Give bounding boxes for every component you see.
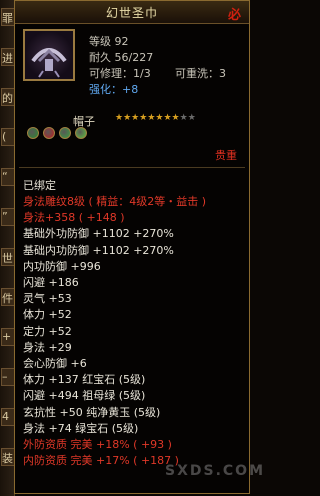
strengthen-label: 强化：	[89, 83, 122, 96]
side-tab-label: 罪	[2, 12, 13, 25]
star-rating: ★★★★★★★★★★	[115, 113, 196, 123]
side-tab-label: 世	[2, 252, 13, 265]
attribute-line: 内功防御 +996	[23, 259, 101, 273]
attribute-line: 身法 +29	[23, 340, 72, 354]
attribute-line: 会心防御 +6	[23, 357, 87, 370]
attribute-line: 玄抗性 +50 纯净黄玉 (5级)	[23, 405, 161, 419]
attribute-line: 闪避 +494 祖母绿 (5级)	[23, 389, 146, 403]
level-text: 等级 92	[89, 35, 129, 48]
star-icon: ★	[115, 113, 124, 123]
item-tooltip-panel: 幻世圣巾 必 等级 92 耐久 56/227 可修理：1/3 可重洗：3 强化：…	[14, 0, 263, 494]
title-bar: 幻世圣巾 必	[15, 1, 249, 24]
side-tab-label: +	[2, 330, 12, 343]
side-tab-label: 件	[2, 292, 13, 305]
attribute-line: 基础外功防御 +1102 +270%	[23, 227, 174, 241]
side-tab-label: (	[2, 130, 7, 143]
attribute-line: 内防资质 完美 +17% ( +187 )	[23, 454, 179, 468]
attribute-line: 基础内功防御 +1102 +270%	[23, 243, 174, 257]
attribute-line: 身法雕纹8级 ( 精益：4级2等・益击 )	[23, 195, 207, 208]
star-icon: ★	[163, 113, 172, 123]
repairable-text: 可修理：1/3	[89, 67, 151, 80]
close-icon[interactable]: 必	[228, 4, 241, 23]
attribute-line: 闪避 +186	[23, 276, 79, 289]
attribute-line: 灵气 +53	[23, 292, 72, 306]
side-tab-label: –	[2, 370, 8, 383]
valuable-tag: 贵重	[215, 149, 237, 162]
side-tab-label: 的	[2, 92, 13, 105]
side-tab-label: ”	[2, 210, 8, 223]
gem-slot-2	[43, 127, 55, 139]
item-icon	[23, 29, 75, 81]
gem-slot-1	[27, 127, 39, 139]
attribute-line: 外防资质 完美 +18% ( +93 )	[23, 438, 172, 451]
side-tab-label: 进	[2, 52, 13, 65]
star-icon: ★	[179, 113, 188, 123]
side-tab-label: “	[2, 170, 8, 183]
star-icon: ★	[187, 113, 196, 123]
side-tab-label: 4	[2, 410, 9, 423]
side-tab-label: 装	[2, 452, 13, 465]
watermark-text: SXDS.COM	[165, 463, 266, 479]
headband-icon	[31, 48, 67, 78]
strengthen-value: +8	[122, 83, 139, 96]
left-side-strip: 罪进的 ( “ ” 世件 + – 4 装	[0, 0, 15, 496]
gem-slot-3	[59, 127, 71, 139]
item-type-label: 帽子	[73, 115, 95, 128]
attribute-line: 身法+358 ( +148 )	[23, 211, 125, 225]
attribute-line: 体力 +52	[23, 308, 72, 322]
attribute-line: 体力 +137 红宝石 (5级)	[23, 373, 146, 387]
item-title: 幻世圣巾	[105, 6, 158, 20]
gem-slot-4	[75, 127, 87, 139]
rewashable-text: 可重洗：3	[175, 67, 226, 80]
star-icon: ★	[171, 113, 180, 123]
star-icon: ★	[123, 113, 132, 123]
bound-status: 已绑定	[23, 179, 56, 192]
strengthen-row: 强化：+8	[89, 81, 138, 97]
durability-text: 耐久 56/227	[89, 51, 154, 64]
divider	[19, 167, 245, 168]
attribute-line: 身法 +74 绿宝石 (5级)	[23, 421, 139, 435]
attribute-line: 定力 +52	[23, 324, 72, 338]
